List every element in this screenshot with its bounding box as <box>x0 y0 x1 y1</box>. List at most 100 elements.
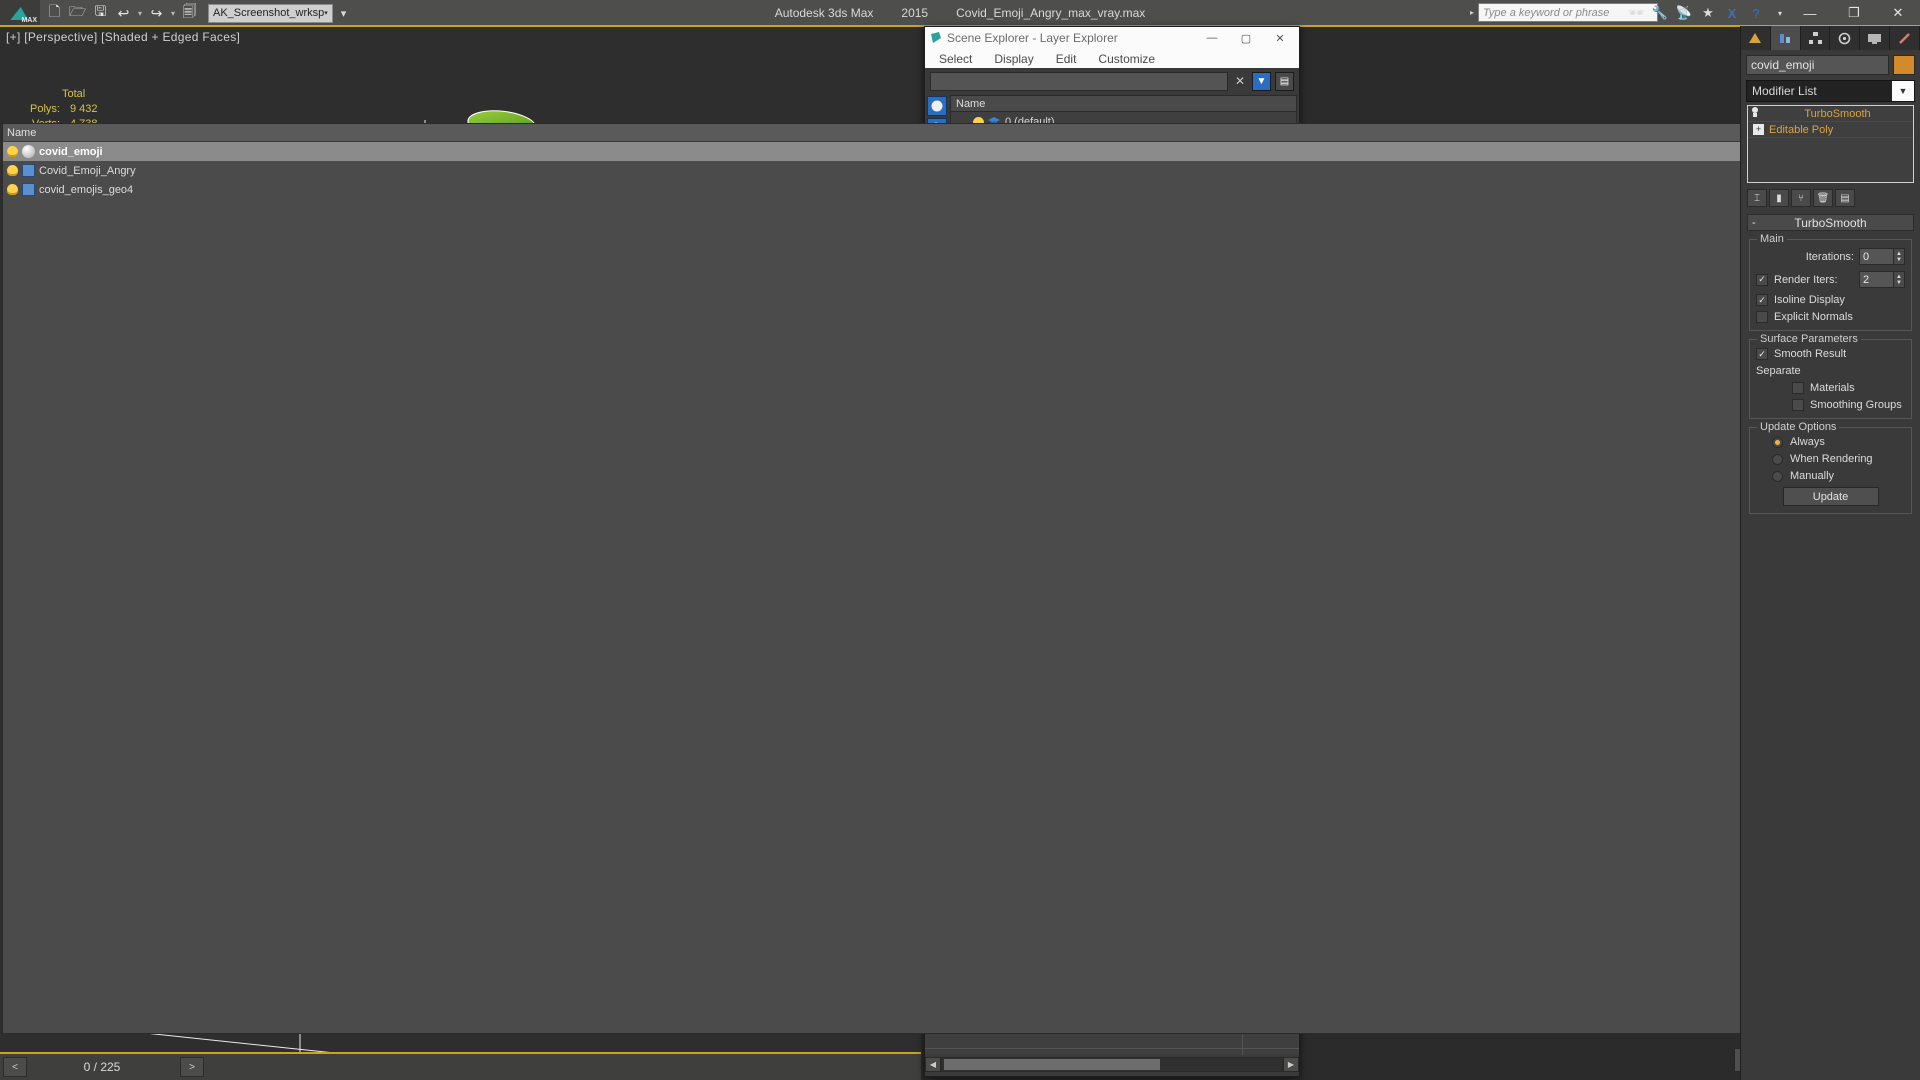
modify-tab[interactable] <box>1770 26 1801 50</box>
scroll-thumb[interactable] <box>944 1058 1160 1070</box>
command-panel: covid_emoji Modifier List ▼ TurboSmooth … <box>1740 26 1920 1080</box>
clear-search-icon[interactable]: ✕ <box>1232 74 1248 88</box>
help-dropdown-icon[interactable]: ▾ <box>1770 3 1790 23</box>
smoothing-groups-row[interactable]: Smoothing Groups <box>1792 399 1905 411</box>
remove-modifier-icon[interactable]: 🗑 <box>1813 189 1833 207</box>
isoline-display-checkbox[interactable]: ✓ <box>1756 294 1768 306</box>
column-header-name[interactable]: Name ▲ <box>3 124 1861 141</box>
modifier-stack[interactable]: TurboSmooth + Editable Poly <box>1747 105 1914 183</box>
smoothing-groups-checkbox[interactable] <box>1792 399 1804 411</box>
select-scene-row-covid-emojis-geo4[interactable]: covid_emojis_geo4 0 <box>3 180 1917 199</box>
undo-icon[interactable]: ↩ <box>113 3 134 24</box>
chevron-down-icon[interactable]: ▼ <box>1892 81 1914 101</box>
surface-parameters-group: Surface Parameters ✓ Smooth Result Separ… <box>1749 333 1912 419</box>
explicit-normals-row[interactable]: Explicit Normals <box>1756 311 1905 323</box>
close-button[interactable]: ✕ <box>1876 0 1920 26</box>
new-file-icon[interactable]: 🗋 <box>44 3 65 24</box>
restore-button[interactable]: ❐ <box>1832 0 1876 26</box>
set-project-folder-icon[interactable]: 🗐 <box>179 3 200 24</box>
3dsmax-logo-icon[interactable]: MAX <box>0 0 40 26</box>
make-unique-icon[interactable]: ⑂ <box>1791 189 1811 207</box>
explicit-normals-label: Explicit Normals <box>1774 311 1853 323</box>
scene-explorer-menu-customize[interactable]: Customize <box>1098 52 1155 66</box>
select-scene-row-covid-emoji[interactable]: covid_emoji 9432 <box>3 142 1917 161</box>
render-iters-checkbox[interactable]: ✓ <box>1756 273 1768 286</box>
utilities-tab[interactable] <box>1890 26 1920 50</box>
scroll-track[interactable] <box>941 1056 1283 1072</box>
update-button[interactable]: Update <box>1782 487 1879 506</box>
materials-row[interactable]: Materials <box>1792 382 1905 394</box>
smooth-result-checkbox[interactable]: ✓ <box>1756 348 1768 360</box>
rollout-header[interactable]: - TurboSmooth <box>1747 214 1914 231</box>
show-end-result-icon[interactable]: ▮ <box>1769 189 1789 207</box>
next-frame-button[interactable]: > <box>180 1057 204 1077</box>
satellite-icon[interactable]: 📡 <box>1674 3 1694 23</box>
plus-expand-icon[interactable]: + <box>1753 124 1764 135</box>
filter-geometry-icon[interactable] <box>927 96 947 116</box>
render-iters-spinner[interactable]: 2 ▲ ▼ <box>1859 271 1905 288</box>
scene-explorer-menu-select[interactable]: Select <box>939 52 972 66</box>
hierarchy-tab[interactable] <box>1801 26 1831 50</box>
save-file-icon[interactable]: 🖫 <box>90 3 111 24</box>
help-icon[interactable]: ? <box>1746 3 1766 23</box>
display-tab[interactable] <box>1860 26 1891 50</box>
object-color-swatch[interactable] <box>1893 55 1915 75</box>
update-option-always[interactable]: Always <box>1772 436 1905 448</box>
3dsmax-window: MAX 🗋 🗁 🖫 ↩ ▾ ↪ ▾ 🗐 AK_Screenshot_wrksp … <box>0 0 1920 1080</box>
spinner-arrows-icon[interactable]: ▲ ▼ <box>1893 249 1904 264</box>
workspace-selector[interactable]: AK_Screenshot_wrksp ▾ <box>208 3 333 23</box>
radio-when-rendering-icon[interactable] <box>1772 453 1783 465</box>
radio-always-icon[interactable] <box>1772 436 1783 448</box>
filter-icon[interactable]: ▼ <box>1252 71 1271 91</box>
scene-explorer-minimize[interactable]: — <box>1195 28 1229 49</box>
scene-explorer-menu-edit[interactable]: Edit <box>1056 52 1077 66</box>
exchange-icon[interactable]: X <box>1722 3 1742 23</box>
star-icon[interactable]: ★ <box>1698 3 1718 23</box>
isoline-display-row[interactable]: ✓ Isoline Display <box>1756 294 1905 306</box>
light-bulb-icon[interactable] <box>7 184 18 195</box>
scene-explorer-menu-display[interactable]: Display <box>994 52 1033 66</box>
configure-modifier-sets-icon[interactable]: ▤ <box>1835 189 1855 207</box>
qat-overflow-icon[interactable]: ▾ <box>341 7 347 20</box>
binoculars-icon[interactable]: 🕶 <box>1626 3 1646 23</box>
scene-explorer-column-name[interactable]: Name <box>951 96 1296 112</box>
iterations-spinner[interactable]: 0 ▲ ▼ <box>1859 248 1905 265</box>
light-bulb-icon[interactable] <box>7 146 18 157</box>
open-file-icon[interactable]: 🗁 <box>67 3 88 24</box>
radio-manually-icon[interactable] <box>1772 470 1783 482</box>
prev-frame-button[interactable]: < <box>3 1057 27 1077</box>
update-option-manually[interactable]: Manually <box>1772 470 1905 482</box>
redo-dropdown-icon[interactable]: ▾ <box>169 9 177 18</box>
modifier-list-dropdown[interactable]: Modifier List ▼ <box>1746 80 1915 102</box>
smooth-result-row[interactable]: ✓ Smooth Result <box>1756 348 1905 360</box>
rollout-collapse-icon[interactable]: - <box>1752 217 1756 229</box>
wrench-icon[interactable]: 🔧 <box>1650 3 1670 23</box>
pin-stack-icon[interactable]: ⌶ <box>1747 189 1767 207</box>
layers-filter-icon[interactable]: ▤ <box>1275 71 1294 91</box>
modifier-stack-item-turbosmooth[interactable]: TurboSmooth <box>1748 106 1913 122</box>
explicit-normals-checkbox[interactable] <box>1756 311 1768 323</box>
scene-explorer-search-input[interactable] <box>930 71 1228 91</box>
spinner-arrows-icon[interactable]: ▲ ▼ <box>1893 272 1904 287</box>
sphere-object-icon <box>22 145 35 158</box>
object-name-input[interactable]: covid_emoji <box>1746 55 1889 75</box>
select-scene-row-covid-emoji-angry[interactable]: Covid_Emoji_Angry 0 <box>3 161 1917 180</box>
scene-explorer-maximize[interactable]: ▢ <box>1229 28 1263 49</box>
asset-horizontal-scrollbar[interactable]: ◀ ▶ <box>925 1055 1299 1073</box>
scroll-right-icon[interactable]: ▶ <box>1283 1056 1299 1072</box>
minimize-button[interactable]: — <box>1788 0 1832 26</box>
scroll-left-icon[interactable]: ◀ <box>925 1056 941 1072</box>
select-from-scene-dialog[interactable]: Select From Scene x Select Display Custo… <box>0 0 1918 1072</box>
update-group-label: Update Options <box>1757 421 1840 433</box>
undo-dropdown-icon[interactable]: ▾ <box>136 9 144 18</box>
motion-tab[interactable] <box>1830 26 1861 50</box>
redo-icon[interactable]: ↪ <box>146 3 167 24</box>
select-scene-object-list[interactable]: Name ▲ Faces covid_emoji 9432 Covid_Emoj… <box>2 123 1918 1034</box>
light-bulb-icon[interactable] <box>7 165 18 176</box>
materials-checkbox[interactable] <box>1792 382 1804 394</box>
create-tab[interactable] <box>1741 26 1771 50</box>
scene-explorer-close[interactable]: ✕ <box>1263 28 1297 49</box>
update-option-when-rendering[interactable]: When Rendering <box>1772 453 1905 465</box>
search-expand-icon[interactable]: ▸ <box>1466 8 1478 17</box>
modifier-stack-item-editable-poly[interactable]: + Editable Poly <box>1748 122 1913 138</box>
